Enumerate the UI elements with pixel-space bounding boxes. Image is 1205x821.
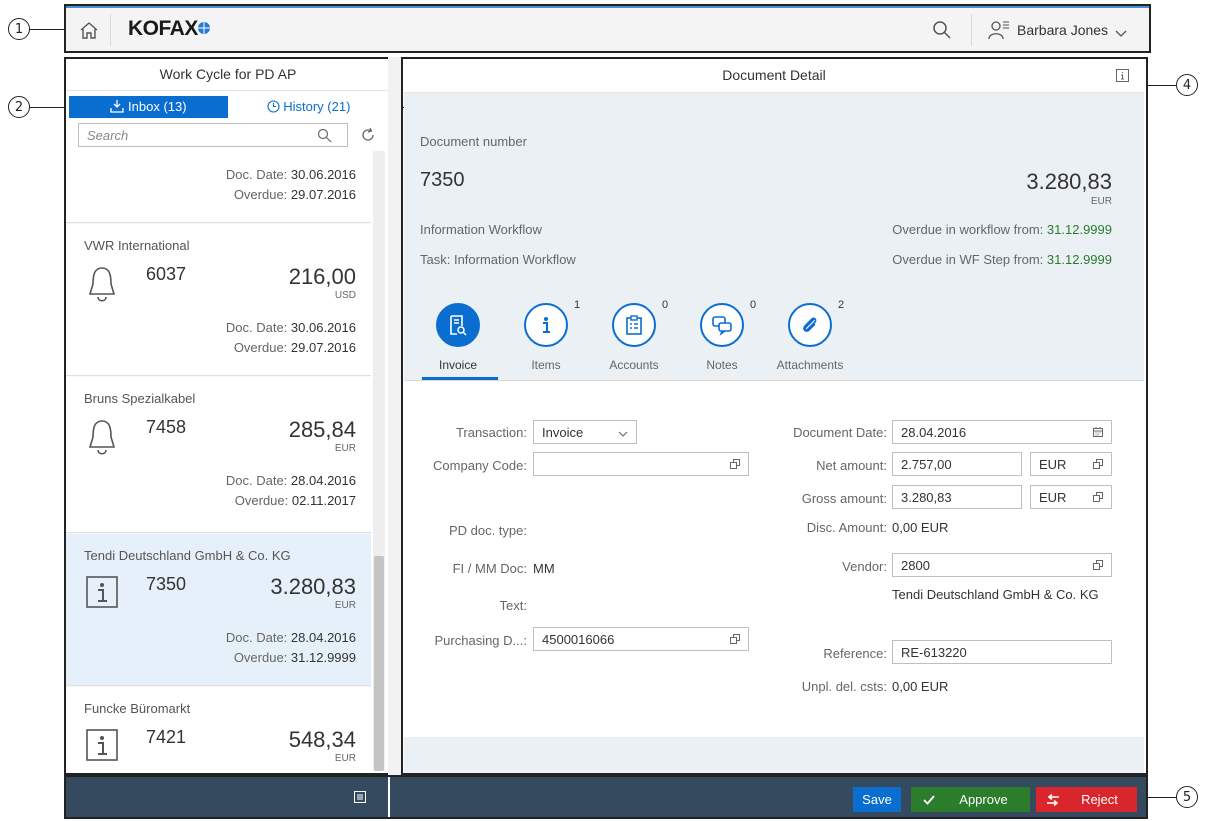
- callout-4: 4: [1176, 74, 1198, 96]
- callout-1-line: [30, 29, 66, 30]
- master-frame: [64, 57, 392, 775]
- splitter: [388, 57, 402, 775]
- callout-5: 5: [1176, 786, 1198, 808]
- callout-2: 2: [8, 96, 30, 118]
- callout-5-line: [1147, 797, 1176, 798]
- shell-frame: [64, 4, 1151, 53]
- detail-frame: [401, 57, 1148, 775]
- callout-4-line: [1147, 85, 1176, 86]
- callout-1: 1: [8, 18, 30, 40]
- footer-frame: [64, 775, 1148, 819]
